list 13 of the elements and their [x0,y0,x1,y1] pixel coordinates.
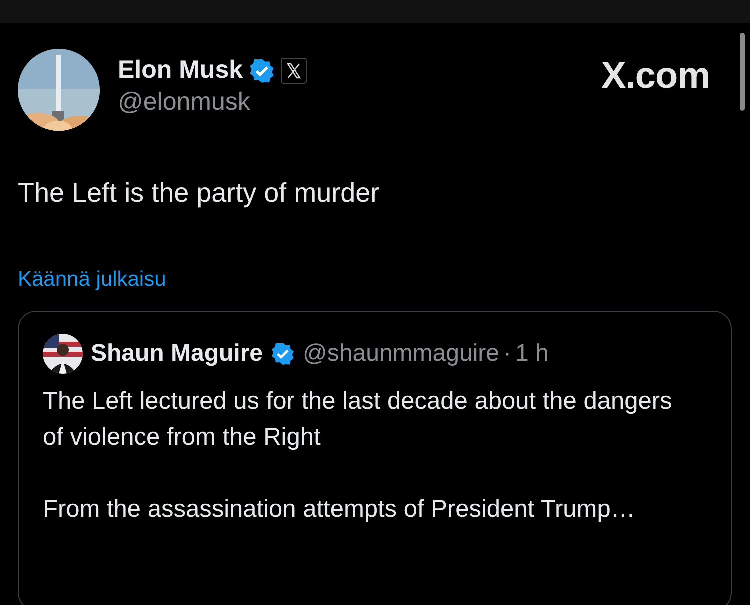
author-handle[interactable]: @elonmusk [118,88,308,117]
translate-link[interactable]: Käännä julkaisu [18,268,166,292]
quoted-post-text: From the assassination attempts of President Trump… [43,495,636,525]
post-text: The Left is the party of murder [18,178,381,209]
quoted-post-card[interactable]: Shaun Maguire @shaunmmaguire · 1 h The Left lectured us for the last decade about the dangers of violence from the Right From the assassination attempts of President Trump… [18,311,732,605]
post-time: 1 h [515,340,549,368]
author-name[interactable]: Elon Musk [118,56,244,85]
quoted-author-name[interactable]: Shaun Maguire [91,340,264,368]
separator-dot: · [503,340,512,368]
site-logo: X.com [601,55,710,97]
scrollbar[interactable] [740,33,745,111]
quoted-post-text: The Left lectured us for the last decade about the dangers of violence from the Right [43,387,674,453]
quoted-author-handle[interactable]: @shaunmmaguire [303,340,500,368]
